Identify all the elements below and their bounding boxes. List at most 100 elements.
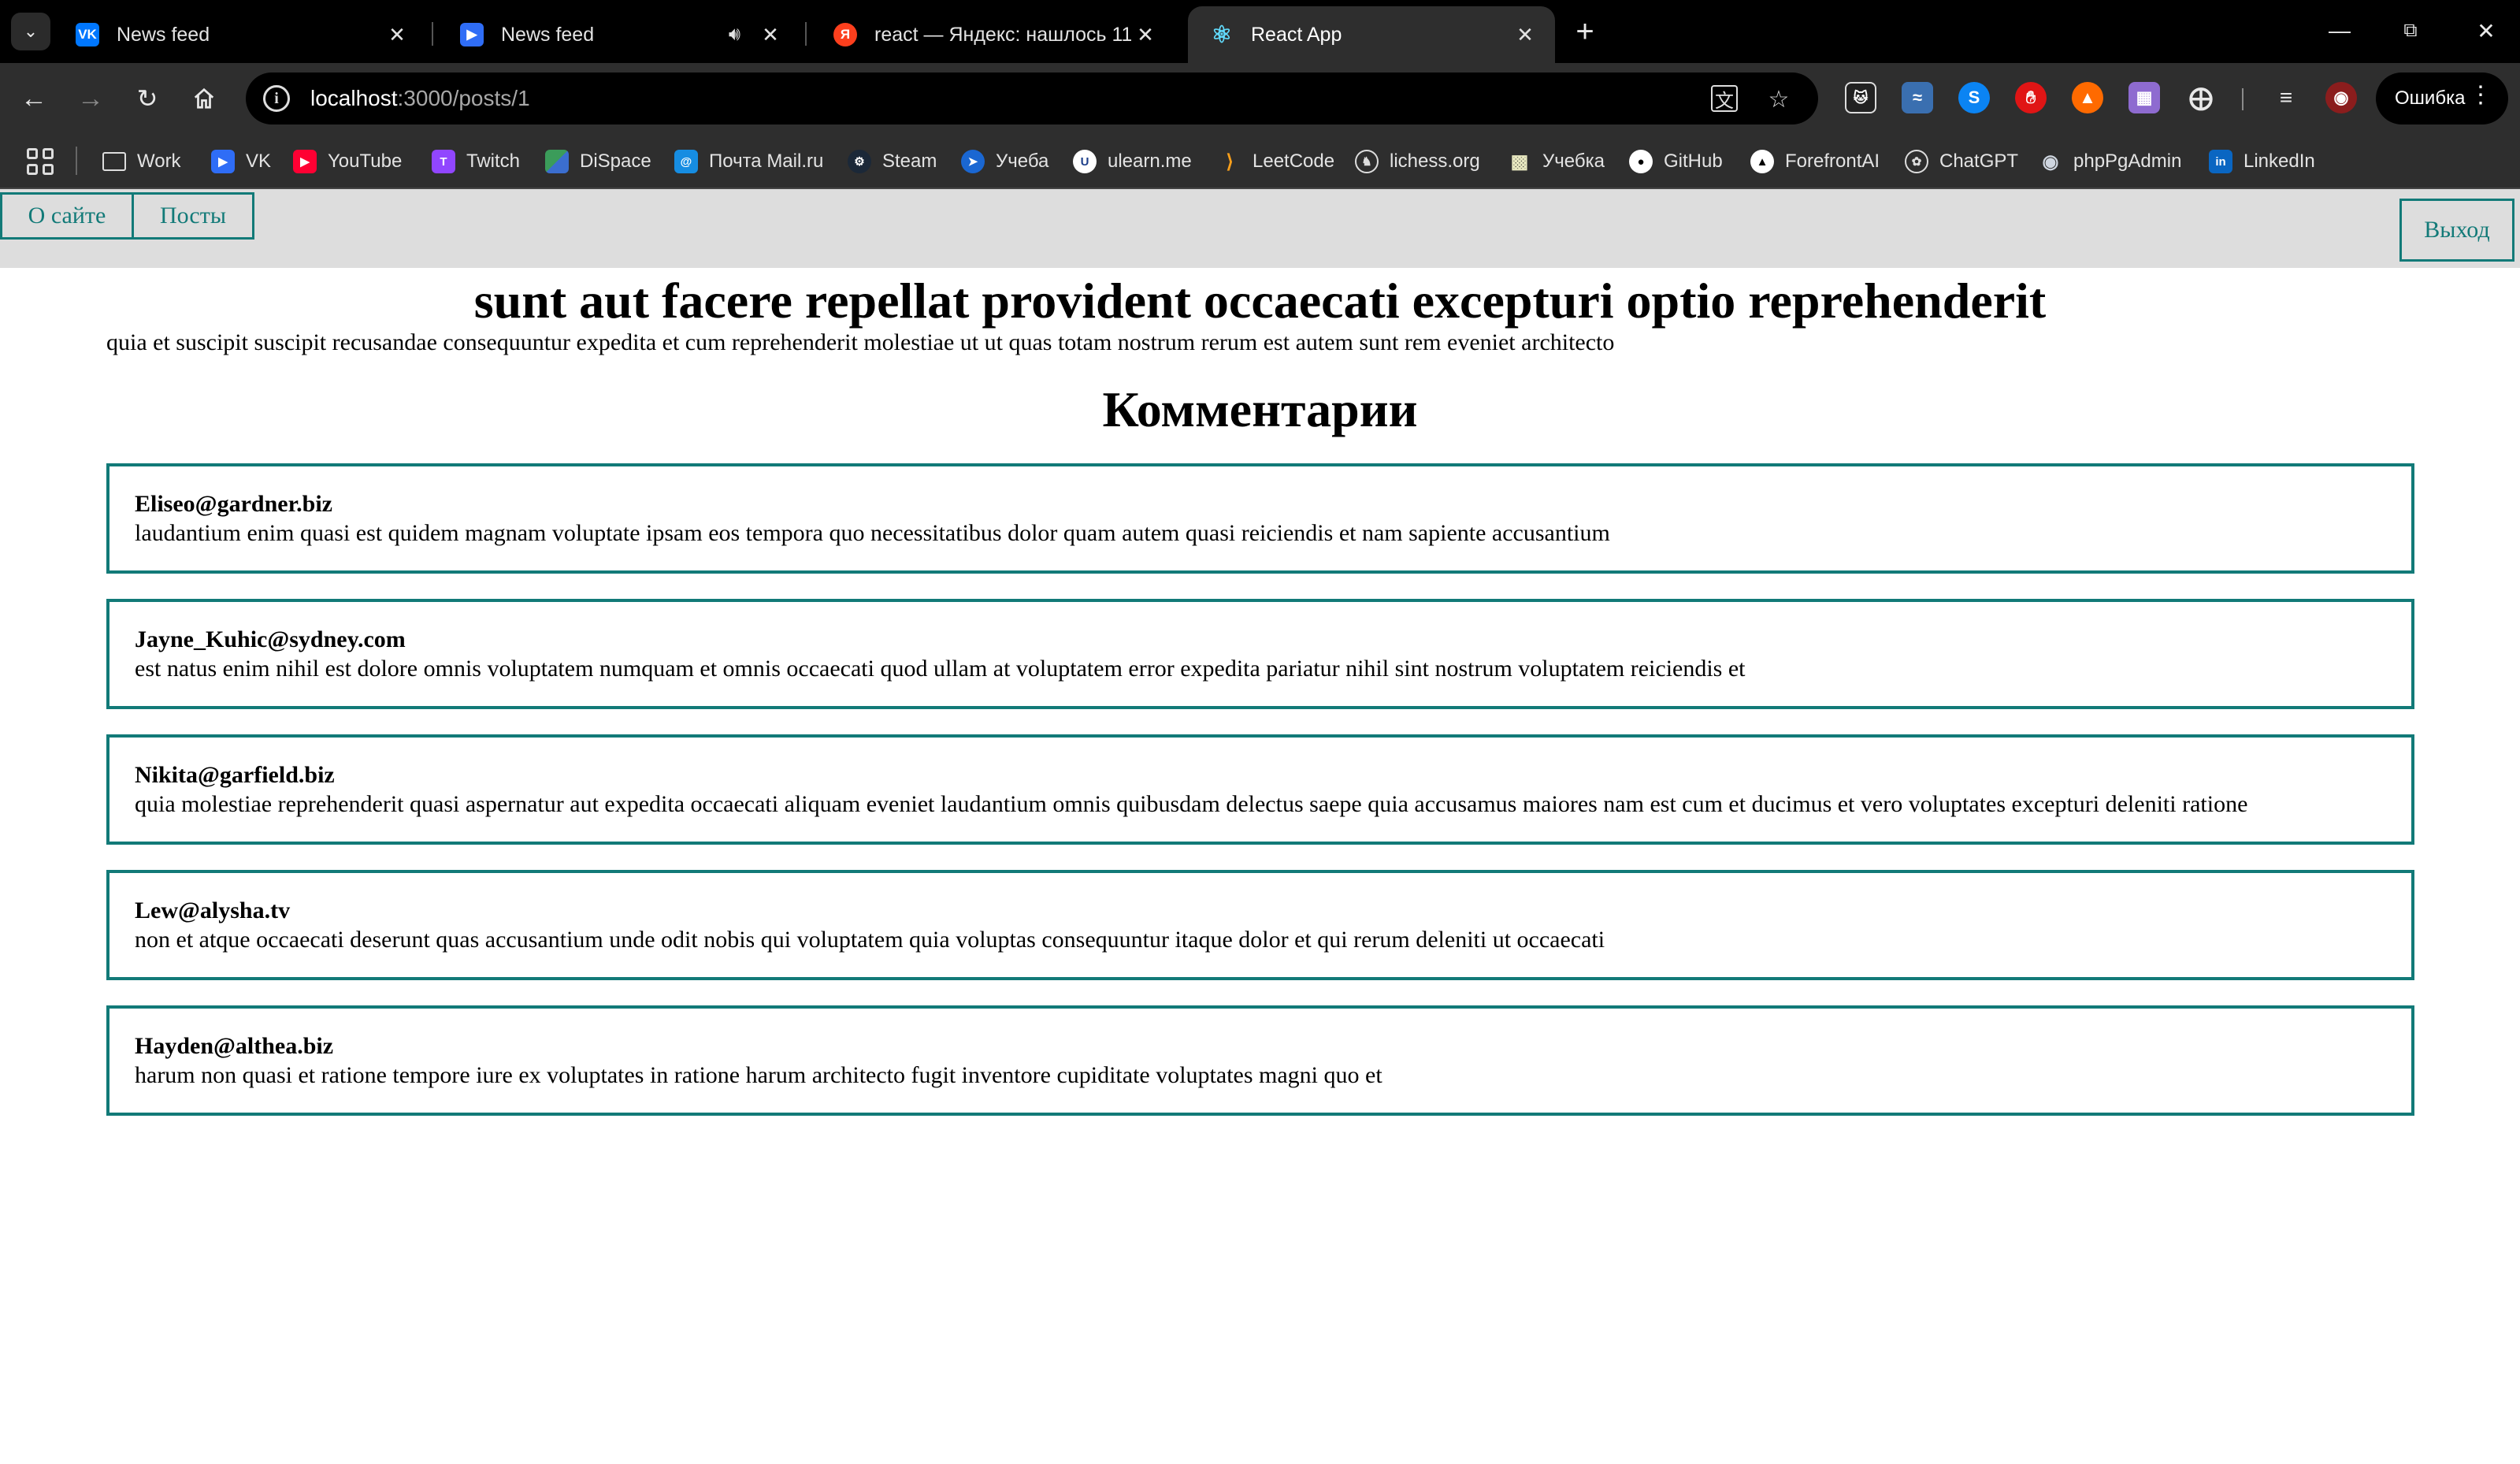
bookmark-youtube[interactable]: ▶ YouTube xyxy=(293,145,402,178)
bookmark-work[interactable]: Work xyxy=(102,145,181,178)
bookmark-label: LeetCode xyxy=(1253,150,1335,172)
tab-separator xyxy=(432,22,433,46)
forefront-icon: ▲ xyxy=(1750,150,1774,173)
minimize-button[interactable]: — xyxy=(2316,11,2363,50)
avatar[interactable]: ◉ xyxy=(2325,82,2357,113)
profile-error-button[interactable]: Ошибка ⋮ xyxy=(2376,72,2508,124)
toolbar-separator xyxy=(2242,88,2244,110)
restore-button[interactable]: ⧉ xyxy=(2387,11,2434,50)
site-info-icon[interactable]: i xyxy=(263,85,290,112)
extension-colorpicker-icon[interactable]: ▦ xyxy=(2128,82,2160,113)
tab-strip: ⌄ VK News feed ✕ ▶ News feed 🔊︎ ✕ Я reac… xyxy=(0,0,2520,63)
page-content: О сайте Посты Выход sunt aut facere repe… xyxy=(0,189,2520,1464)
tab-title: React App xyxy=(1251,23,1342,46)
comment-body: harum non quasi et ratione tempore iure … xyxy=(135,1062,1382,1088)
tab-search-button[interactable]: ⌄ xyxy=(11,13,50,50)
address-bar[interactable]: i localhost:3000/posts/1 文 ☆ xyxy=(246,72,1818,124)
star-icon[interactable]: ☆ xyxy=(1763,84,1794,115)
nav-about-link[interactable]: О сайте xyxy=(0,192,134,240)
tab-react-app[interactable]: ⚛ React App ✕ xyxy=(1188,6,1555,63)
apps-grid-icon[interactable] xyxy=(27,148,54,175)
speaker-icon[interactable]: 🔊︎ xyxy=(729,24,740,46)
bookmark-study[interactable]: ➤ Учеба xyxy=(961,145,1048,178)
bookmark-github[interactable]: ● GitHub xyxy=(1629,145,1723,178)
bookmark-label: ChatGPT xyxy=(1939,150,2019,172)
bookmarks-separator xyxy=(76,147,77,175)
folder-icon xyxy=(102,152,126,171)
bookmark-dispace[interactable]: DiSpace xyxy=(545,145,651,178)
extension-fire-icon[interactable]: ▲ xyxy=(2072,82,2103,113)
bookmark-mail[interactable]: @ Почта Mail.ru xyxy=(674,145,823,178)
tab-news-feed[interactable]: ▶ News feed 🔊︎ ✕ xyxy=(438,6,800,63)
translate-icon[interactable]: 文 xyxy=(1711,85,1738,112)
shazam-icon[interactable]: S xyxy=(1958,82,1990,113)
home-button[interactable] xyxy=(184,79,224,118)
bookmark-label: YouTube xyxy=(328,150,403,172)
tab-news-feed-vk[interactable]: VK News feed ✕ xyxy=(54,6,427,63)
more-menu-icon[interactable]: ⋮ xyxy=(2469,84,2492,107)
tab-yandex-search[interactable]: Я react — Яндекс: нашлось 117 тыс. ✕ xyxy=(811,6,1175,63)
bookmark-chatgpt[interactable]: ✿ ChatGPT xyxy=(1905,145,2018,178)
forward-button[interactable]: → xyxy=(71,79,110,118)
bookmark-label: ulearn.me xyxy=(1108,150,1192,172)
back-button[interactable]: ← xyxy=(14,79,54,118)
bookmark-ulearn[interactable]: Uulearn.me xyxy=(1073,145,1192,178)
comment-body: quia molestiae reprehenderit quasi asper… xyxy=(135,791,2248,817)
bookmark-steam[interactable]: ⚙︎ Steam xyxy=(848,145,937,178)
laptop-icon: ▩ xyxy=(1510,150,1529,173)
adblock-icon[interactable]: ✋︎ xyxy=(2015,82,2047,113)
bookmark-linkedin[interactable]: in LinkedIn xyxy=(2209,145,2315,178)
tab-title: News feed xyxy=(501,23,595,46)
bookmark-label: lichess.org xyxy=(1390,150,1480,172)
bookmark-label: Учеба xyxy=(996,150,1049,172)
bookmark-forefrontai[interactable]: ▲ ForefrontAI xyxy=(1750,145,1880,178)
window-close-button[interactable]: ✕ xyxy=(2462,11,2510,50)
bookmark-lichess[interactable]: ♞ lichess.org xyxy=(1355,145,1480,178)
close-icon[interactable]: ✕ xyxy=(756,20,785,49)
ulearn-icon: U xyxy=(1073,150,1097,173)
github-icon: ● xyxy=(1629,150,1653,173)
comment-card: Lew@alysha.tv non et atque occaecati des… xyxy=(106,870,2414,980)
bookmarks-bar: Work ▶ VK ▶ YouTube T Twitch DiSpace @ Почта… xyxy=(0,134,2520,189)
tab-title: react — Яндекс: нашлось 117 тыс. xyxy=(874,23,1131,46)
bookmark-label: Twitch xyxy=(466,150,521,172)
yandex-icon: Я xyxy=(833,23,857,46)
vk-icon: VK xyxy=(76,23,99,46)
reload-button[interactable]: ↻ xyxy=(128,79,167,118)
play-icon: ▶ xyxy=(460,23,484,46)
close-icon[interactable]: ✕ xyxy=(1131,20,1160,49)
elephant-icon: ◉ xyxy=(2042,150,2059,173)
tab-title: News feed xyxy=(117,23,210,46)
close-icon[interactable]: ✕ xyxy=(383,20,411,49)
comments-heading: Комментарии xyxy=(1102,381,1418,437)
bookmark-label: Steam xyxy=(882,150,937,172)
comment-email: Hayden@althea.biz xyxy=(135,1033,334,1059)
bookmark-label: Учебка xyxy=(1542,150,1605,172)
post-body: quia et suscipit suscipit recusandae con… xyxy=(106,329,1615,355)
bookmark-label: DiSpace xyxy=(580,150,651,172)
bookmark-label: ForefrontAI xyxy=(1785,150,1880,172)
media-queue-icon[interactable]: ≡ xyxy=(2270,82,2302,113)
bookmark-leetcode[interactable]: ⟩ LeetCode xyxy=(1218,145,1334,178)
chevron-down-icon: ⌄ xyxy=(23,21,39,41)
chatgpt-icon: ✿ xyxy=(1905,150,1928,173)
steam-icon: ⚙︎ xyxy=(848,150,871,173)
comment-card: Nikita@garfield.biz quia molestiae repre… xyxy=(106,734,2414,845)
bookmark-uchebka[interactable]: ▩ Учебка xyxy=(1508,145,1605,178)
url-path: :3000/posts/1 xyxy=(397,86,530,110)
new-tab-button[interactable]: + xyxy=(1568,14,1602,49)
extension-chart-icon[interactable]: ≈ xyxy=(1902,82,1933,113)
nav-posts-link[interactable]: Посты xyxy=(132,192,254,240)
mail-icon: @ xyxy=(674,150,698,173)
bookmark-vk[interactable]: ▶ VK xyxy=(211,145,271,178)
bookmark-label: LinkedIn xyxy=(2244,150,2315,172)
bookmark-phppgadmin[interactable]: ◉ phpPgAdmin xyxy=(2039,145,2182,178)
extensions-puzzle-icon[interactable]: ⨁ xyxy=(2185,82,2217,113)
study-icon: ➤ xyxy=(961,150,985,173)
extension-cat-icon[interactable]: 🐱︎ xyxy=(1845,82,1876,113)
close-icon[interactable]: ✕ xyxy=(1511,20,1539,49)
bookmark-twitch[interactable]: T Twitch xyxy=(432,145,520,178)
comment-body: est natus enim nihil est dolore omnis vo… xyxy=(135,656,1746,682)
comment-email: Nikita@garfield.biz xyxy=(135,762,335,788)
logout-button[interactable]: Выход xyxy=(2399,199,2514,262)
